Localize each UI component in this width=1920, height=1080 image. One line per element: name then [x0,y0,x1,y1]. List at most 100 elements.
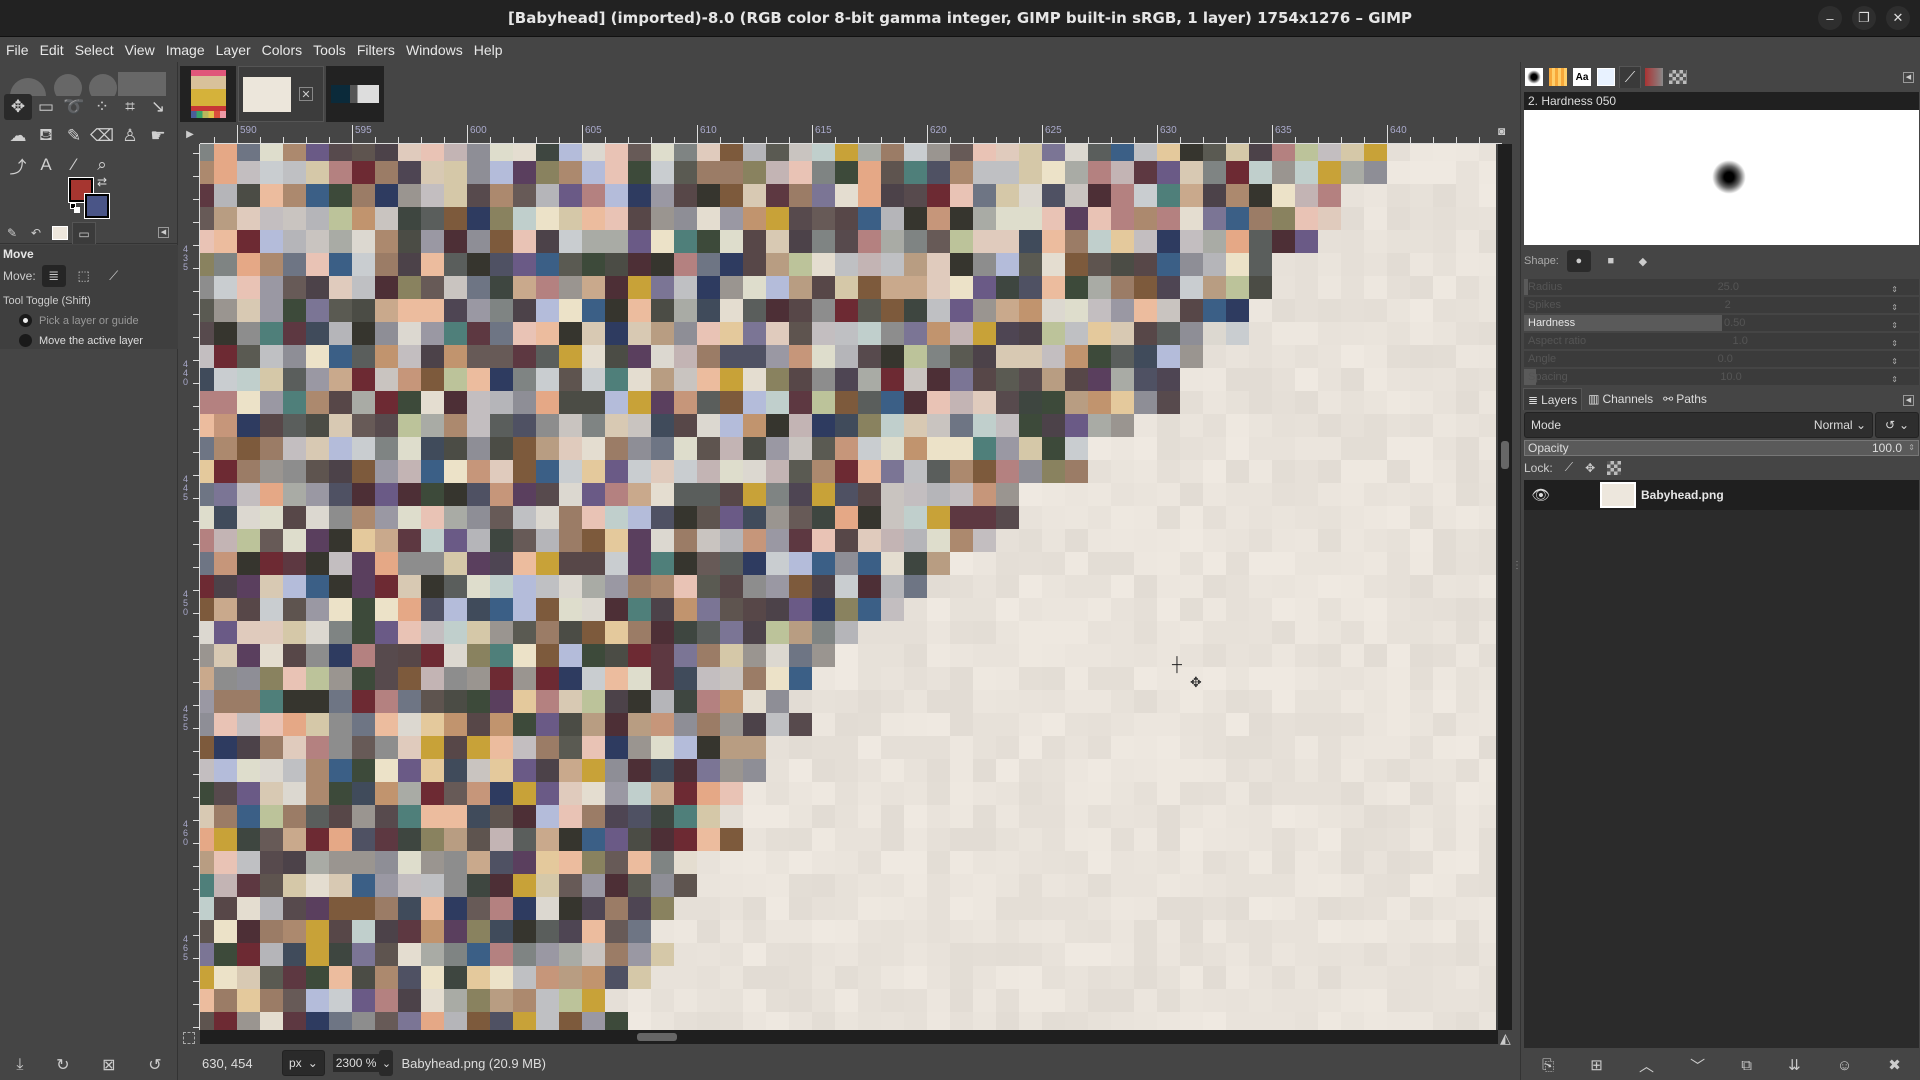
new-layer-group-icon[interactable]: ⊞ [1590,1056,1603,1074]
lower-layer-icon[interactable]: ﹀ [1690,1055,1705,1076]
spin-arrows-icon[interactable]: ⇕ [1891,375,1898,384]
crop-tool-icon[interactable]: ⌗ [116,94,144,120]
move-tool-icon[interactable]: ✥ [4,94,32,120]
dock-menu-icon[interactable]: ◀ [158,227,169,238]
new-layer-icon[interactable]: ⎘ [1542,1057,1554,1074]
tab-paths[interactable]: ⚯ Paths [1659,388,1711,410]
spin-arrows-icon[interactable]: ⇕ [1891,339,1898,348]
radio-move-active-layer[interactable]: Move the active layer [3,334,175,347]
dock-menu-icon[interactable]: ◀ [1903,72,1914,83]
brushes-tab-icon[interactable] [1523,66,1545,88]
vertical-ruler[interactable]: 4 3 5 4 4 0 4 4 5 4 5 0 4 5 5 4 6 0 4 6 5 [180,144,200,1030]
delete-layer-icon[interactable]: ✖ [1888,1056,1901,1074]
spin-arrows-icon[interactable]: ⇕ [1891,303,1898,312]
brush-param-radius[interactable]: Radius 25.0 ⇕ [1524,279,1919,295]
free-select-tool-icon[interactable]: ➰ [60,94,88,120]
menu-help[interactable]: Help [474,42,503,58]
close-button[interactable]: ✕ [1886,6,1910,30]
vertical-scroll-thumb[interactable] [1501,441,1509,469]
horizontal-scroll-thumb[interactable] [637,1033,677,1041]
horizontal-scrollbar[interactable] [200,1030,1498,1044]
duplicate-layer-icon[interactable]: ⧉ [1741,1057,1752,1074]
brush-param-aspect-ratio[interactable]: Aspect ratio 1.0 ⇕ [1524,333,1919,349]
paths-tool-icon[interactable]: ⤴ [4,152,32,178]
horizontal-ruler[interactable]: 590 595 600 605 610 615 620 625 630 635 640 [200,124,1502,144]
default-colors-icon[interactable] [70,203,80,213]
layer-mode-select[interactable]: Mode Normal ⌄ [1524,412,1873,438]
dock-menu-icon[interactable]: ◀ [1903,395,1914,406]
move-path-mode-icon[interactable]: ⟋ [102,265,126,287]
background-color[interactable] [84,193,110,219]
menu-colors[interactable]: Colors [262,42,302,58]
layer-mask-icon[interactable]: ☺ [1837,1057,1852,1074]
close-tab-icon[interactable]: ✕ [299,87,313,101]
brush-preview[interactable] [1524,110,1919,245]
zoom-value[interactable]: 2300 % [332,1054,380,1072]
menu-select[interactable]: Select [75,42,114,58]
delete-options-icon[interactable]: ⊠ [102,1055,115,1075]
bucket-fill-tool-icon[interactable]: ⛾ [32,123,60,149]
layer-row[interactable]: 👁 Babyhead.png [1524,480,1919,510]
navigate-icon[interactable]: ◭ [1500,1030,1511,1047]
spin-arrows-icon[interactable]: ⇕ [1891,357,1898,366]
lock-position-icon[interactable]: ✥ [1585,461,1595,475]
brush-param-angle[interactable]: Angle 0.0 ⇕ [1524,351,1919,367]
fuzzy-select-tool-icon[interactable]: ⁘ [88,94,116,120]
restore-button[interactable]: ❐ [1852,6,1876,30]
mode-reset-button[interactable]: ↺ ⌄ [1875,412,1919,438]
zoom-select[interactable]: 2300 % ⌄ [332,1050,394,1076]
raise-layer-icon[interactable]: ︿ [1639,1055,1654,1076]
radio-pick-layer[interactable]: Pick a layer or guide [3,314,175,327]
menu-image[interactable]: Image [166,42,205,58]
spin-arrows-icon[interactable]: ⇕ [1891,285,1898,294]
save-options-icon[interactable]: ⤓ [16,1056,23,1074]
menu-view[interactable]: View [125,42,155,58]
chevron-down-icon[interactable]: ⌄ [379,1050,394,1076]
color-picker-tool-icon[interactable]: ⁄ [60,152,88,178]
image-tab-teen-cover[interactable] [180,66,236,122]
tab-layers[interactable]: ≣ Layers [1523,388,1583,410]
menu-tools[interactable]: Tools [313,42,346,58]
tab-channels[interactable]: ▥ Channels [1584,388,1657,410]
restore-options-icon[interactable]: ↻ [56,1055,69,1075]
lock-alpha-icon[interactable] [1607,460,1622,475]
swap-colors-icon[interactable]: ⇄ [97,175,107,189]
undo-history-tab-icon[interactable]: ↶ [24,222,48,244]
unified-transform-tool-icon[interactable]: ↘ [144,94,172,120]
menu-layer[interactable]: Layer [216,42,251,58]
menu-filters[interactable]: Filters [357,42,395,58]
brush-param-spacing[interactable]: Spacing 10.0 ⇕ [1524,369,1919,385]
circle-shape-icon[interactable]: ● [1566,250,1591,272]
eraser-tool-icon[interactable]: ⌫ [88,123,116,149]
paint-dynamics-tab-icon[interactable]: ⟋ [1619,66,1641,88]
text-tool-icon[interactable]: A [32,152,60,178]
palettes-tab-icon[interactable] [1667,66,1689,88]
dynamics-tab-icon[interactable] [1595,66,1617,88]
radio-button[interactable] [19,334,32,347]
brush-param-spikes[interactable]: Spikes 2 ⇕ [1524,297,1919,313]
menu-edit[interactable]: Edit [40,42,64,58]
images-tab-icon[interactable] [48,222,72,244]
radio-button[interactable] [19,314,32,327]
fonts-tab-icon[interactable]: Aa [1571,66,1593,88]
reset-options-icon[interactable]: ↺ [148,1055,161,1075]
minimize-button[interactable]: – [1818,6,1842,30]
patterns-tab-icon[interactable] [1547,66,1569,88]
vertical-scrollbar[interactable] [1498,144,1512,1030]
menu-windows[interactable]: Windows [406,42,463,58]
image-canvas[interactable] [200,144,1496,1030]
image-tab-gimp-screenshot[interactable] [326,66,384,122]
rect-select-tool-icon[interactable]: ▭ [32,94,60,120]
lock-pixels-icon[interactable]: ⟋ [1565,460,1573,475]
opacity-slider[interactable]: Opacity 100.0 ⇕ [1524,440,1919,456]
warp-transform-tool-icon[interactable]: ☁ [4,123,32,149]
device-status-tab-icon[interactable]: ▭ [72,222,96,244]
zoom-fit-icon[interactable]: ◙ [1498,124,1514,144]
paintbrush-tool-icon[interactable]: ✎ [60,123,88,149]
spin-arrows-icon[interactable]: ⇕ [1891,321,1898,330]
move-selection-mode-icon[interactable]: ⬚ [72,265,96,287]
brush-param-hardness[interactable]: Hardness 0.50 ⇕ [1524,315,1919,331]
tool-options-tab-icon[interactable]: ✎ [0,222,24,244]
image-tab-babyhead[interactable]: ✕ [238,66,324,122]
unit-select[interactable]: px ⌄ [282,1050,325,1076]
